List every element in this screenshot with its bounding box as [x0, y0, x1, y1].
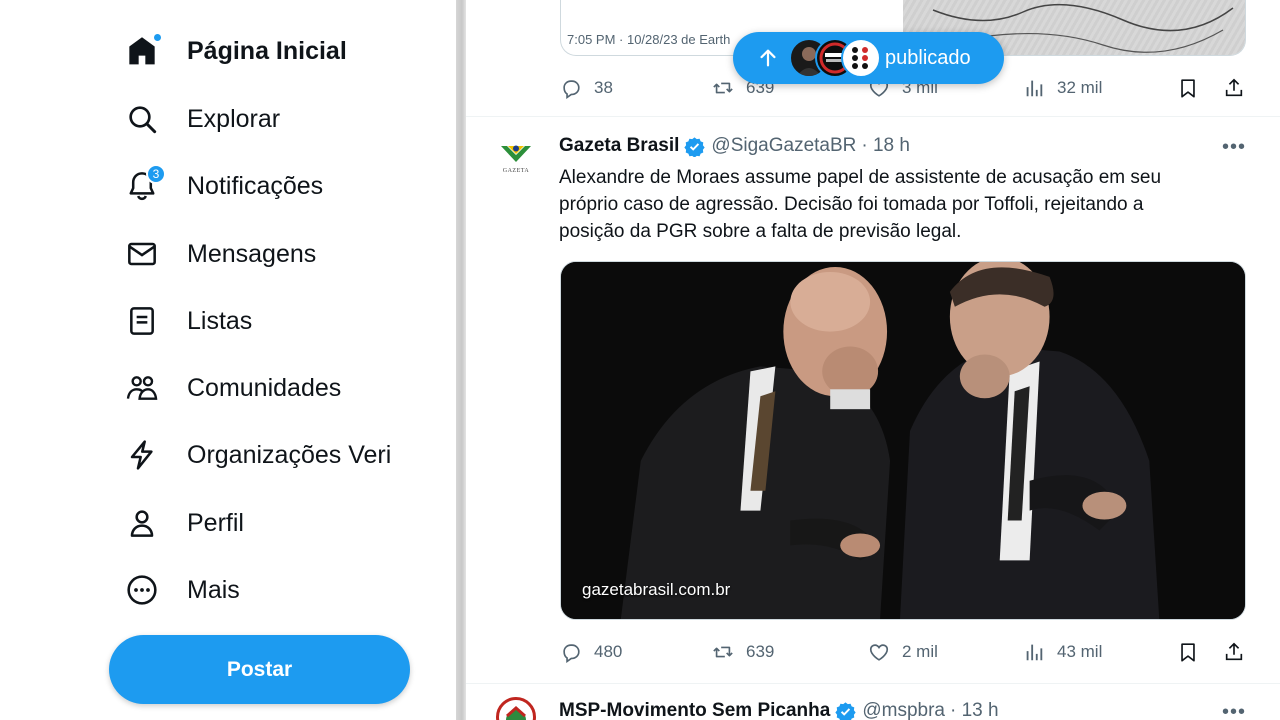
- retweet-icon: [713, 82, 733, 94]
- share-icon: [1225, 78, 1243, 97]
- tweet-media-image[interactable]: gazetabrasil.com.br: [560, 261, 1246, 620]
- avatar-text: GAZETA: [502, 168, 530, 174]
- sidebar-item-label: Página Inicial: [187, 36, 347, 65]
- author-name[interactable]: Gazeta Brasil: [559, 135, 679, 157]
- avatar[interactable]: GAZETA: [496, 138, 536, 178]
- tweet-time[interactable]: · 18 h: [861, 135, 910, 157]
- sidebar-item-explore[interactable]: Explorar: [124, 91, 280, 147]
- views-icon: [1026, 80, 1043, 97]
- like-count: 2 mil: [902, 642, 938, 661]
- author-handle[interactable]: @SigaGazetaBR: [711, 135, 856, 157]
- reply-icon: [563, 80, 580, 99]
- tweet-timestamp: 7:05 PM · 10/28/23 de Earth: [567, 32, 731, 47]
- more-options-button[interactable]: •••: [1222, 701, 1246, 720]
- bookmark-button[interactable]: [1177, 77, 1199, 99]
- sidebar-item-verified-orgs[interactable]: Organizações Veri: [124, 427, 391, 483]
- toast-label: publicado: [885, 46, 971, 69]
- sidebar-item-label: Perfil: [187, 508, 244, 537]
- avatar: [841, 38, 881, 78]
- more-options-button[interactable]: •••: [1222, 136, 1246, 159]
- sidebar-item-lists[interactable]: Listas: [124, 293, 252, 349]
- sidebar-item-label: Explorar: [187, 104, 281, 133]
- sidebar-item-messages[interactable]: Mensagens: [124, 226, 316, 282]
- author-name[interactable]: MSP-Movimento Sem Picanha: [559, 700, 830, 720]
- person-icon: [124, 505, 160, 541]
- sidebar-item-label: Mais: [187, 575, 240, 604]
- author-handle[interactable]: @mspbra: [862, 700, 945, 720]
- share-button[interactable]: [1223, 641, 1245, 663]
- reply-count: 38: [594, 78, 613, 97]
- sidebar-item-label: Organizações Veri: [187, 440, 392, 469]
- sidebar-item-notifications[interactable]: 3 Notificações: [124, 158, 323, 214]
- arrow-up-icon: [760, 49, 776, 67]
- bookmark-icon: [1181, 79, 1195, 98]
- lightning-icon: [124, 437, 160, 473]
- sidebar: Página Inicial Explorar 3 Notificações M…: [0, 0, 456, 720]
- views-icon: [1026, 644, 1043, 661]
- post-button[interactable]: Postar: [109, 635, 410, 704]
- reply-button[interactable]: 480: [560, 641, 622, 663]
- reply-button[interactable]: 38: [560, 77, 613, 99]
- media-watermark: gazetabrasil.com.br: [582, 580, 731, 599]
- new-posts-toast[interactable]: publicado: [733, 32, 1004, 84]
- verified-badge-icon: [684, 136, 706, 157]
- share-button[interactable]: [1223, 77, 1245, 99]
- verified-badge-icon: [835, 701, 856, 720]
- home-icon: [124, 33, 162, 69]
- tweet-separator: [466, 683, 1280, 684]
- notification-count-badge: 3: [146, 164, 166, 184]
- tweet-header: MSP-Movimento Sem Picanha @mspbra · 13 h: [559, 700, 999, 720]
- tweet-separator: [466, 116, 1280, 117]
- search-icon: [124, 101, 160, 137]
- tweet-actions: 480 639 2 mil 43 mil: [560, 637, 1246, 667]
- tweet-text-line: Alexandre de Moraes assume papel de assi…: [559, 167, 1162, 188]
- tweet-text-line: próprio caso de agressão. Decisão foi to…: [559, 194, 1144, 215]
- timeline-feed[interactable]: 7:05 PM · 10/28/23 de Earth 38 639 3 mil…: [466, 0, 1280, 720]
- sidebar-item-communities[interactable]: Comunidades: [124, 360, 341, 416]
- sidebar-item-more[interactable]: Mais: [124, 562, 240, 618]
- new-content-dot: [153, 33, 162, 42]
- like-button[interactable]: 2 mil: [868, 641, 938, 663]
- reply-count: 480: [594, 642, 623, 661]
- sidebar-item-home[interactable]: Página Inicial: [124, 23, 347, 79]
- envelope-icon: [124, 236, 160, 272]
- heart-icon: [869, 644, 889, 661]
- views-button[interactable]: 43 mil: [1023, 641, 1102, 663]
- tweet-header: Gazeta Brasil @SigaGazetaBR · 18 h: [559, 135, 910, 157]
- sidebar-item-profile[interactable]: Perfil: [124, 495, 244, 551]
- views-button[interactable]: 32 mil: [1023, 77, 1102, 99]
- avatar[interactable]: [496, 697, 536, 720]
- tweet-text: Alexandre de Moraes assume papel de assi…: [559, 164, 1239, 245]
- retweet-icon: [713, 646, 733, 658]
- sidebar-item-label: Listas: [187, 306, 253, 335]
- views-count: 32 mil: [1057, 78, 1103, 97]
- sidebar-item-label: Comunidades: [187, 373, 342, 402]
- tweet-text-line: posição da PGR sobre a falta de previsão…: [559, 221, 962, 242]
- sidebar-item-label: Notificações: [187, 171, 324, 200]
- column-divider: [456, 0, 466, 720]
- list-icon: [124, 303, 160, 339]
- bookmark-button[interactable]: [1177, 641, 1199, 663]
- sidebar-item-label: Mensagens: [187, 239, 317, 268]
- share-icon: [1225, 642, 1243, 661]
- retweet-button[interactable]: 639: [712, 641, 774, 663]
- people-icon: [124, 370, 160, 406]
- bell-icon: 3: [124, 164, 166, 204]
- views-count: 43 mil: [1057, 642, 1103, 661]
- more-circle-icon: [124, 572, 160, 608]
- toast-avatar-stack: [789, 38, 881, 78]
- retweet-count: 639: [746, 642, 775, 661]
- reply-icon: [563, 644, 580, 663]
- bookmark-icon: [1181, 643, 1195, 662]
- tweet-time[interactable]: · 13 h: [950, 700, 999, 720]
